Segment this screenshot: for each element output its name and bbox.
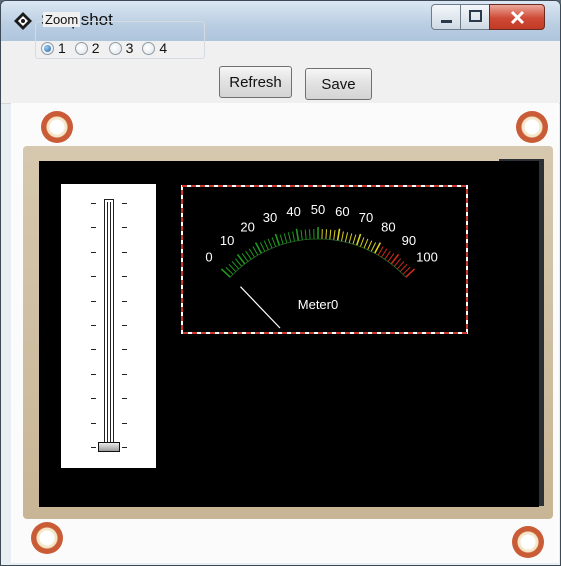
zoom-radio-3-label[interactable]: 3 [126, 40, 134, 56]
meter-tick [308, 229, 311, 240]
meter-scale-label: 70 [359, 210, 373, 225]
mount-hole-top-right [516, 111, 548, 143]
meter-scale-label: 40 [286, 204, 300, 219]
slider-tick [122, 251, 127, 253]
slider-tick [122, 227, 127, 229]
meter-label: Meter0 [298, 297, 338, 312]
minimize-icon [441, 20, 452, 23]
meter-gauge: 0 10 20 30 40 50 60 70 80 90100 Meter0 [181, 185, 468, 334]
snapshot-window: Snapshot Zoom 1 2 3 4 Refresh Save [0, 0, 561, 566]
meter-scale-label: 100 [416, 249, 438, 264]
zoom-radio-4-label[interactable]: 4 [159, 40, 167, 56]
meter-tick [325, 229, 328, 240]
slider-tick [122, 349, 127, 351]
close-button[interactable] [489, 4, 545, 30]
zoom-radio-4[interactable] [142, 41, 156, 55]
meter-scale-label: 80 [381, 220, 395, 235]
zoom-radio-2[interactable] [74, 41, 88, 55]
zoom-radio-1-label[interactable]: 1 [58, 40, 66, 56]
meter-scale-label: 30 [263, 210, 277, 225]
meter-scale-label: 20 [240, 220, 254, 235]
slider-tick [122, 447, 127, 448]
meter-scale-label: 50 [311, 202, 325, 217]
slider-tick [122, 203, 127, 204]
zoom-radio-2-label[interactable]: 2 [92, 40, 100, 56]
mount-hole-bottom-left [31, 522, 63, 554]
save-button[interactable]: Save [305, 68, 372, 100]
slider-tick [122, 325, 127, 326]
slider-tick [91, 276, 96, 278]
slider-tick [91, 325, 96, 326]
slider-tick [91, 447, 96, 448]
slider-tick [91, 373, 96, 375]
mount-hole-bottom-right [512, 526, 544, 558]
slider-tick [122, 422, 127, 424]
slider-tick [122, 300, 127, 302]
maximize-button[interactable] [460, 4, 490, 30]
slider-tick [122, 373, 127, 375]
meter-scale-label: 10 [220, 233, 234, 248]
slider-tick [122, 398, 127, 400]
meter-scale-label: 0 [205, 249, 212, 264]
zoom-radio-group: 1 2 3 4 [41, 39, 176, 57]
diamond-app-icon [14, 12, 32, 30]
slider-thumb[interactable] [98, 442, 120, 452]
maximize-icon [469, 10, 482, 22]
zoom-label: Zoom [43, 12, 81, 27]
minimize-button[interactable] [431, 4, 461, 30]
slider-tick [91, 251, 96, 253]
meter-scale-label: 60 [335, 204, 349, 219]
meter-scale-label: 90 [402, 233, 416, 248]
slider-tick [91, 349, 96, 351]
slider-tick [91, 203, 96, 204]
zoom-radio-1[interactable] [41, 41, 54, 55]
slider-tick [91, 300, 96, 302]
slider-tick [91, 227, 96, 229]
zoom-radio-3[interactable] [108, 41, 122, 55]
mount-hole-top-left [41, 111, 73, 143]
slider-track[interactable] [104, 199, 114, 449]
slider-tick [122, 276, 127, 278]
close-icon [510, 10, 525, 25]
refresh-button[interactable]: Refresh [219, 66, 292, 98]
slider-tick [91, 422, 96, 424]
slider-tick [91, 398, 96, 400]
